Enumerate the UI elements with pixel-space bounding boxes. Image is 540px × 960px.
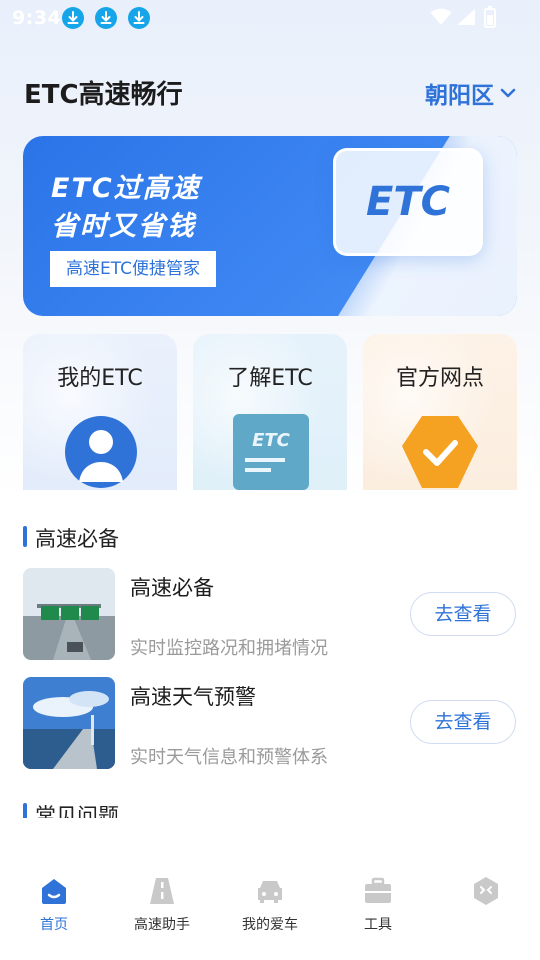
promo-banner[interactable]: ETC ETC过高速 省时又省钱 高速ETC便捷管家	[23, 136, 517, 316]
tab-home[interactable]: 首页	[0, 876, 108, 934]
view-road-status-button[interactable]: 去查看	[410, 592, 516, 636]
item-desc: 实时监控路况和拥堵情况	[130, 638, 328, 659]
tab-highway-assistant[interactable]: 高速助手	[108, 876, 216, 934]
download-icon	[128, 7, 150, 29]
region-label: 朝阳区	[425, 83, 494, 109]
item-desc: 实时天气信息和预警体系	[130, 747, 328, 768]
chevron-down-icon	[500, 88, 516, 98]
item-title: 高速必备	[130, 576, 214, 600]
banner-headline: ETC过高速	[51, 173, 201, 204]
toolbox-icon	[365, 877, 391, 903]
highway-weather-image	[23, 677, 115, 769]
learn-etc-label: 了解ETC	[227, 366, 313, 391]
tab-profile[interactable]	[432, 876, 540, 914]
etc-card-icon: ETC	[233, 414, 309, 490]
check-badge-icon	[402, 416, 478, 488]
tab-my-car[interactable]: 我的爱车	[216, 876, 324, 934]
banner-subtitle: 高速ETC便捷管家	[50, 251, 216, 287]
my-etc-label: 我的ETC	[57, 366, 143, 391]
download-icon	[62, 7, 84, 29]
banner-headline-2: 省时又省钱	[51, 211, 196, 242]
tab-tools[interactable]: 工具	[324, 876, 432, 934]
home-icon	[42, 879, 66, 904]
highway-sign-image	[23, 568, 115, 660]
signal-icon	[457, 9, 475, 25]
official-outlets-card[interactable]: 官方网点	[363, 334, 517, 490]
etc-card-graphic: ETC	[333, 148, 483, 256]
status-time: 9:34	[12, 7, 62, 29]
car-icon	[258, 881, 282, 903]
svg-text:ETC: ETC	[252, 430, 291, 451]
status-bar: 9:34	[0, 0, 540, 36]
section-title-faq: 常见问题	[23, 800, 119, 818]
battery-icon	[484, 6, 496, 28]
profile-icon	[474, 877, 498, 905]
item-title: 高速天气预警	[130, 685, 256, 709]
road-icon	[150, 878, 174, 904]
view-weather-button[interactable]: 去查看	[410, 700, 516, 744]
official-outlets-label: 官方网点	[395, 366, 484, 391]
wifi-icon	[430, 8, 452, 25]
download-icon	[95, 7, 117, 29]
bottom-tab-bar: 首页 高速助手 我的爱车 工具	[0, 862, 540, 960]
user-icon	[65, 416, 137, 488]
learn-etc-card[interactable]: 了解ETC ETC	[193, 334, 347, 490]
my-etc-card[interactable]: 我的ETC	[23, 334, 177, 490]
page-title: ETC高速畅行	[24, 80, 183, 110]
region-selector[interactable]: 朝阳区	[425, 76, 516, 110]
section-title-essentials: 高速必备	[23, 523, 119, 553]
